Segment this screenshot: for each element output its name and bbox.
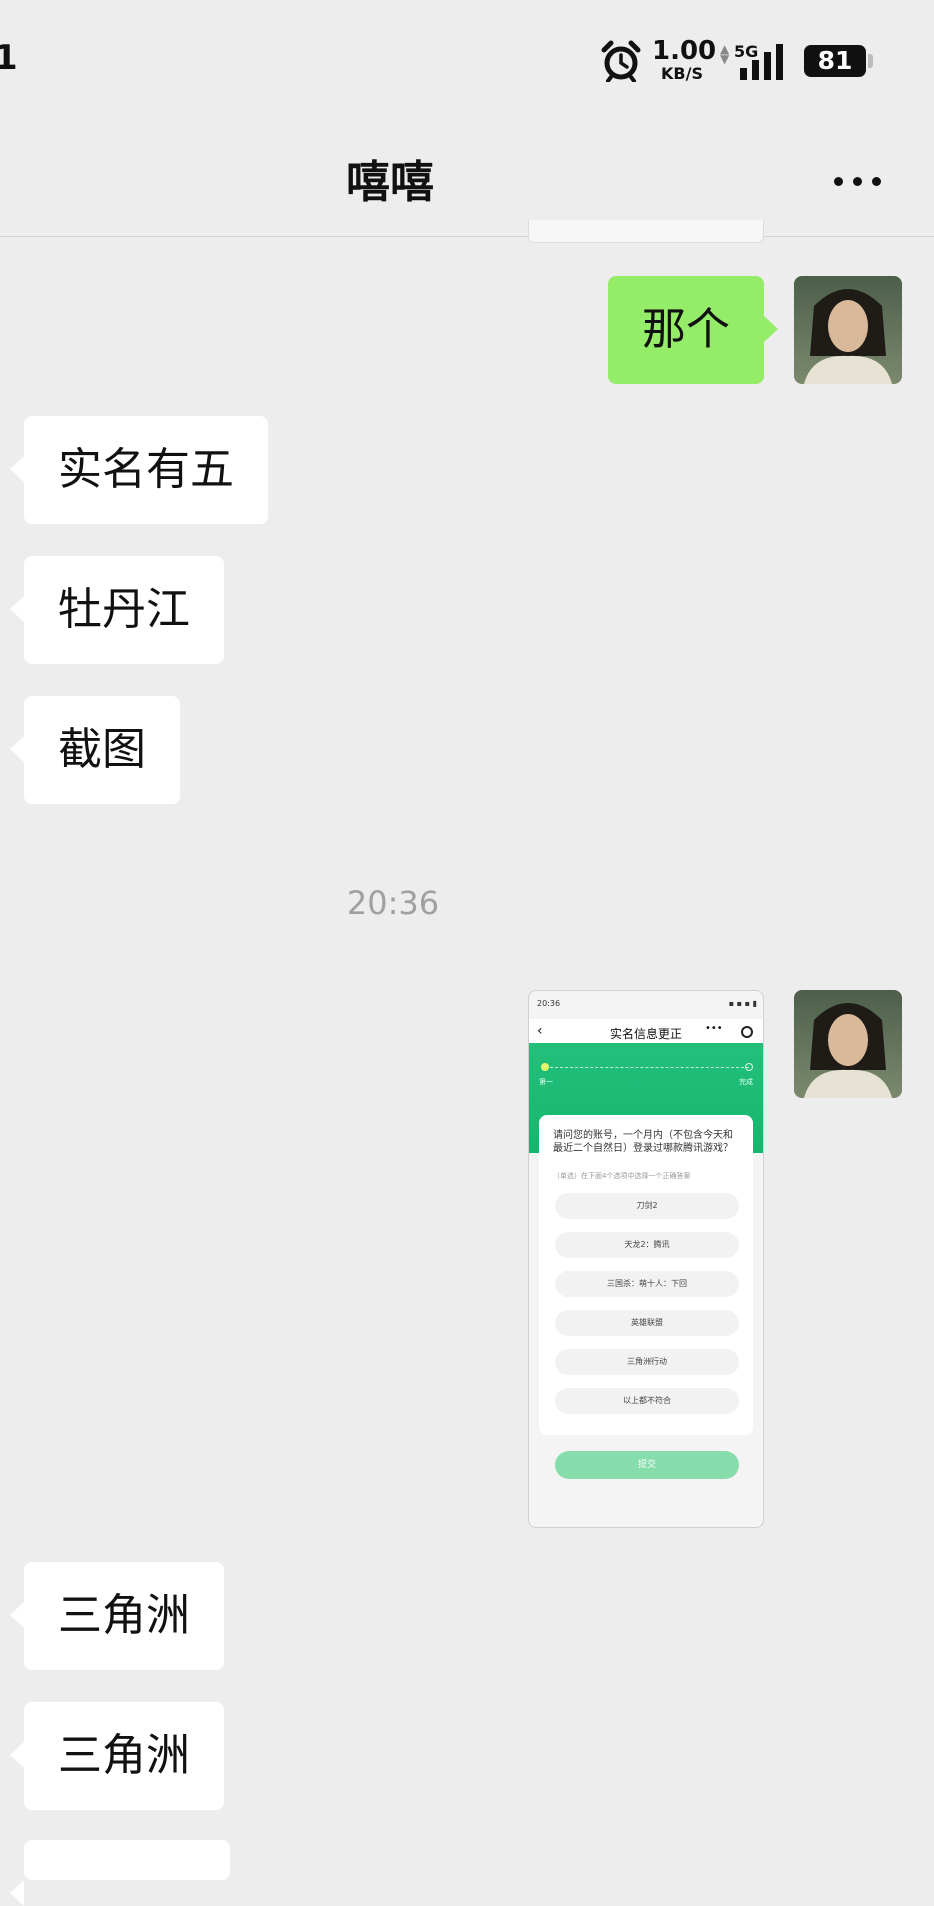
more-icon[interactable]: [826, 160, 890, 200]
avatar[interactable]: [794, 276, 902, 384]
message-bubble-received[interactable]: 三角洲: [10, 1562, 224, 1670]
thumb-question-card: 请问您的账号，一个月内（不包含今天和最近二个自然日）登录过哪款腾讯游戏？ （单选…: [539, 1115, 753, 1435]
network-speed: 1.00 KB/S: [652, 36, 717, 83]
message-bubble-sent[interactable]: 那个: [608, 276, 778, 384]
thumb-option: 刀剑2: [555, 1193, 739, 1219]
thumb-hint: （单选）在下面4个选项中选择一个正确答案: [553, 1172, 691, 1180]
signal-icon: [740, 44, 783, 80]
target-icon: [741, 1026, 753, 1038]
thumb-option: 以上都不符合: [555, 1388, 739, 1414]
message-bubble-received[interactable]: 截图: [10, 696, 180, 804]
thumb-question: 请问您的账号，一个月内（不包含今天和最近二个自然日）登录过哪款腾讯游戏？: [553, 1130, 733, 1154]
avatar[interactable]: [794, 990, 902, 1098]
thumb-nav-title: 实名信息更正: [609, 1027, 682, 1041]
thumb-option: 英雄联盟: [555, 1310, 739, 1336]
message-timestamp: 20:36: [346, 884, 440, 922]
alarm-icon: [601, 40, 641, 82]
more-icon: •••: [705, 1023, 723, 1034]
thumb-option: 三国杀：萌十人：下回: [555, 1271, 739, 1297]
chat-header: 嘻嘻: [0, 120, 934, 237]
battery-icon: 81: [804, 45, 873, 77]
message-bubble-received[interactable]: 实名有五: [10, 416, 268, 524]
image-message[interactable]: 20:36 ▪ ▪ ▪ ▮ ‹ 实名信息更正 ••• 第一 完成 请问您的账号，…: [528, 990, 764, 1528]
previous-image-bottom[interactable]: [528, 220, 764, 243]
thumb-submit-button: 提交: [555, 1451, 739, 1479]
message-bubble-received[interactable]: 三角洲: [10, 1702, 224, 1810]
thumb-option: 天龙2：腾讯: [555, 1232, 739, 1258]
thumb-option: 三角洲行动: [555, 1349, 739, 1375]
data-arrows-icon: ▲ ▼: [720, 42, 730, 66]
status-bar: 1 1.00 KB/S ▲ ▼ 5G 81: [0, 0, 934, 120]
thumb-status-bar: 20:36 ▪ ▪ ▪ ▮: [537, 999, 757, 1008]
message-bubble-received-partial[interactable]: [10, 1840, 230, 1906]
chat-title: 嘻嘻: [346, 157, 434, 208]
message-bubble-received[interactable]: 牡丹江: [10, 556, 224, 664]
status-time: 1: [0, 38, 18, 78]
